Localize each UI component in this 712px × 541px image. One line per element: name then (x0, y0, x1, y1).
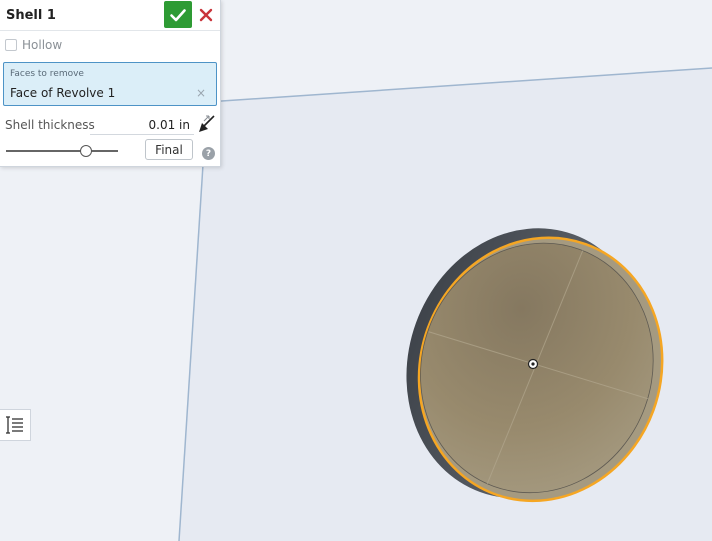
feature-list-icon (6, 416, 23, 434)
accept-button[interactable] (164, 1, 192, 28)
hollow-option[interactable]: Hollow (5, 37, 62, 53)
origin-marker-dot (531, 362, 535, 366)
shell-thickness-input[interactable]: 0.01 in (90, 114, 194, 135)
feature-list-button[interactable] (0, 409, 31, 441)
slider-thumb[interactable] (79, 145, 92, 157)
selected-face-item[interactable]: Face of Revolve 1 (10, 86, 115, 100)
clear-selection-icon[interactable]: × (196, 86, 206, 100)
cancel-button[interactable] (195, 4, 217, 26)
hollow-label: Hollow (22, 38, 63, 52)
check-icon (170, 8, 186, 21)
dialog-title: Shell 1 (6, 8, 56, 23)
shell-feature-dialog: Shell 1 Hollow Faces to remove Face of R… (0, 0, 221, 167)
final-button[interactable]: Final (145, 139, 193, 160)
flip-direction-icon[interactable] (196, 113, 218, 135)
close-icon (199, 8, 213, 22)
shell-thickness-label: Shell thickness (5, 118, 95, 132)
thickness-slider[interactable] (6, 143, 120, 159)
slider-track[interactable] (6, 150, 118, 152)
help-icon[interactable]: ? (202, 147, 215, 160)
hollow-checkbox[interactable] (5, 39, 17, 51)
faces-to-remove-label: Faces to remove (10, 69, 84, 79)
shell-thickness-value[interactable]: 0.01 in (149, 118, 190, 132)
faces-to-remove-field[interactable]: Faces to remove Face of Revolve 1 × (3, 62, 217, 106)
dialog-header: Shell 1 (0, 0, 220, 31)
